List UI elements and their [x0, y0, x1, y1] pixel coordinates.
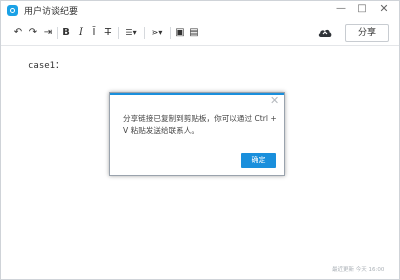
confirm-button[interactable]: 确定 [241, 153, 276, 168]
app-window: 用户访谈纪要 — □ ✕ ↶ ↷ ⇥ B I Ī T̶ ☰▾ ⋗▾ ▣ ▤ 分享… [0, 0, 400, 280]
bold-button[interactable]: B [60, 25, 72, 41]
document-body[interactable]: case1： [28, 58, 64, 71]
dialog-message-line: 分享链接已复制到剪贴板，你可以通过 Ctrl + [123, 114, 277, 123]
cloud-sync-icon[interactable] [317, 26, 333, 40]
clear-format-button[interactable]: Ī [88, 25, 100, 41]
toolbar-divider [118, 27, 119, 39]
export-icon[interactable]: ⇥ [42, 25, 54, 41]
app-logo-icon [7, 5, 18, 16]
table-icon[interactable]: ▤ [188, 25, 200, 41]
maximize-button[interactable]: □ [352, 1, 372, 19]
toolbar-divider [144, 27, 145, 39]
last-updated-status: 最近更新 今天 16:00 [332, 267, 385, 273]
window-title: 用户访谈纪要 [24, 7, 79, 17]
minimize-button[interactable]: — [331, 1, 351, 19]
close-window-button[interactable]: ✕ [374, 1, 394, 19]
dialog-close-icon[interactable]: ✕ [270, 95, 279, 107]
toolbar-divider [57, 27, 58, 39]
italic-button[interactable]: I [75, 25, 87, 41]
title-bar: 用户访谈纪要 — □ ✕ [1, 1, 399, 19]
list-dropdown-icon[interactable]: ☰▾ [122, 25, 140, 41]
share-dialog: ✕ 分享链接已复制到剪贴板，你可以通过 Ctrl + V 粘贴发送给联系人。 确… [109, 92, 285, 176]
undo-icon[interactable]: ↶ [12, 25, 24, 41]
redo-icon[interactable]: ↷ [27, 25, 39, 41]
share-button[interactable]: 分享 [345, 24, 389, 42]
insert-dropdown-icon[interactable]: ⋗▾ [148, 25, 166, 41]
dialog-message: 分享链接已复制到剪贴板，你可以通过 Ctrl + V 粘贴发送给联系人。 [123, 113, 279, 137]
dialog-message-line: V 粘贴发送给联系人。 [123, 126, 199, 135]
dialog-accent-bar [110, 93, 284, 95]
toolbar-divider [170, 27, 171, 39]
strikethrough-button[interactable]: T̶ [102, 25, 114, 41]
image-icon[interactable]: ▣ [174, 25, 186, 41]
editor-toolbar: ↶ ↷ ⇥ B I Ī T̶ ☰▾ ⋗▾ ▣ ▤ 分享 [1, 21, 399, 46]
